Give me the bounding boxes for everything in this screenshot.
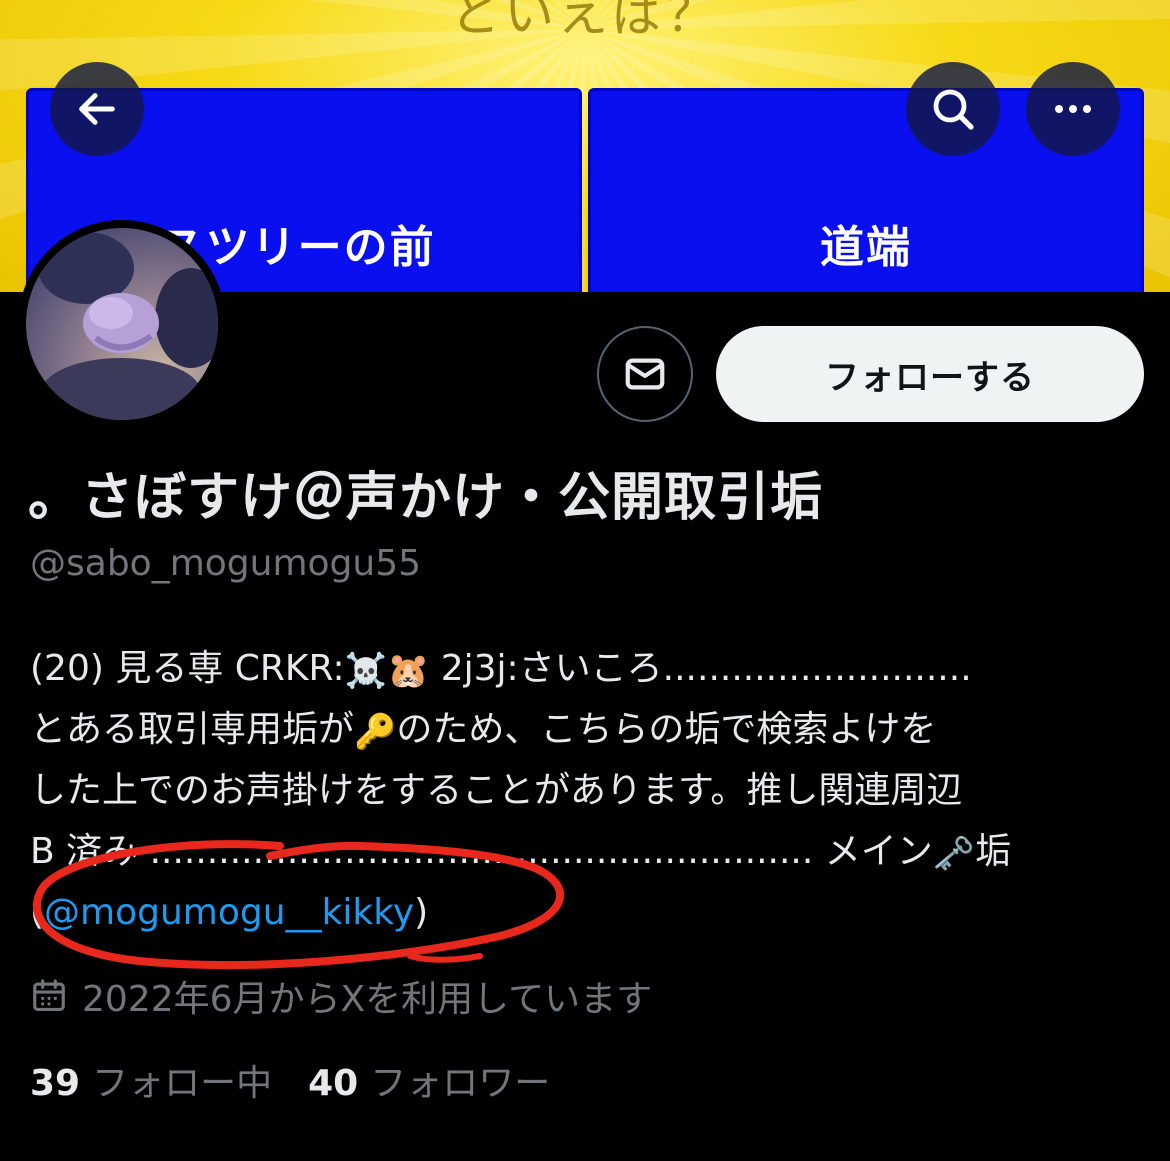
followers-link[interactable]: 40 フォロワー (308, 1054, 550, 1106)
followers-label: フォロワー (370, 1063, 551, 1104)
bio: (20) 見る専 CRKR:☠️🐹 2j3j:さいころ.............… (30, 638, 1150, 943)
bio-text: のため、こちらの垢で検索よけを (396, 709, 937, 750)
bio-line: とある取引専用垢が🔑のため、こちらの垢で検索よけを (30, 699, 1150, 760)
banner-headline: といえば？ (450, 0, 720, 43)
bio-mention-link[interactable]: @mogumogu__kikky (44, 892, 414, 933)
followers-count: 40 (308, 1063, 359, 1104)
arrow-left-icon (79, 93, 115, 125)
bio-line: (@mogumogu__kikky) (30, 882, 1150, 943)
bio-text: 垢 (975, 831, 1012, 872)
more-button[interactable] (1026, 62, 1120, 156)
bio-line: (20) 見る専 CRKR:☠️🐹 2j3j:さいころ.............… (30, 638, 1150, 699)
follow-stats: 39 フォロー中 40 フォロワー (30, 1054, 550, 1106)
bio-line: B 済み ...................................… (30, 821, 1150, 882)
display-name: 。さぼすけ＠声かけ・公開取引垢 (28, 468, 824, 528)
bio-line: した上でのお声掛けをすることがあります。推し関連周辺 (30, 760, 1150, 821)
follow-button[interactable]: フォローする (716, 326, 1144, 422)
following-label: フォロー中 (92, 1063, 273, 1104)
more-icon (1055, 105, 1091, 113)
avatar-image (26, 228, 218, 420)
back-button[interactable] (50, 62, 144, 156)
key-emoji: 🔑 (354, 712, 397, 752)
bio-text: した上でのお声掛けをすることがあります。推し関連周辺 (30, 770, 963, 811)
envelope-icon (625, 358, 665, 390)
bio-text: B 済み ...................................… (30, 831, 933, 872)
search-button[interactable] (906, 62, 1000, 156)
old-key-emoji: 🗝️ (932, 834, 976, 874)
hamster-emoji: 🐹 (386, 651, 430, 691)
bio-text: ( (30, 892, 45, 933)
following-link[interactable]: 39 フォロー中 (30, 1054, 272, 1106)
avatar[interactable] (18, 220, 226, 428)
banner-choice-right-label: 道端 (820, 222, 912, 273)
joined-date: 2022年6月からXを利用しています (30, 970, 652, 1022)
bio-text: (20) 見る専 CRKR: (30, 648, 345, 689)
following-count: 39 (30, 1063, 81, 1104)
calendar-icon (33, 979, 65, 1012)
bio-text: 2j3j:さいころ........................... (429, 648, 972, 689)
search-icon (933, 89, 974, 130)
avatar-photo (38, 232, 218, 420)
joined-text: 2022年6月からXを利用しています (82, 979, 653, 1020)
bio-text: とある取引専用垢が (30, 709, 355, 750)
bio-text: ) (414, 892, 429, 933)
skull-emoji: ☠️ (344, 651, 387, 691)
message-button[interactable] (597, 326, 693, 422)
handle: @sabo_mogumogu55 (30, 543, 422, 584)
